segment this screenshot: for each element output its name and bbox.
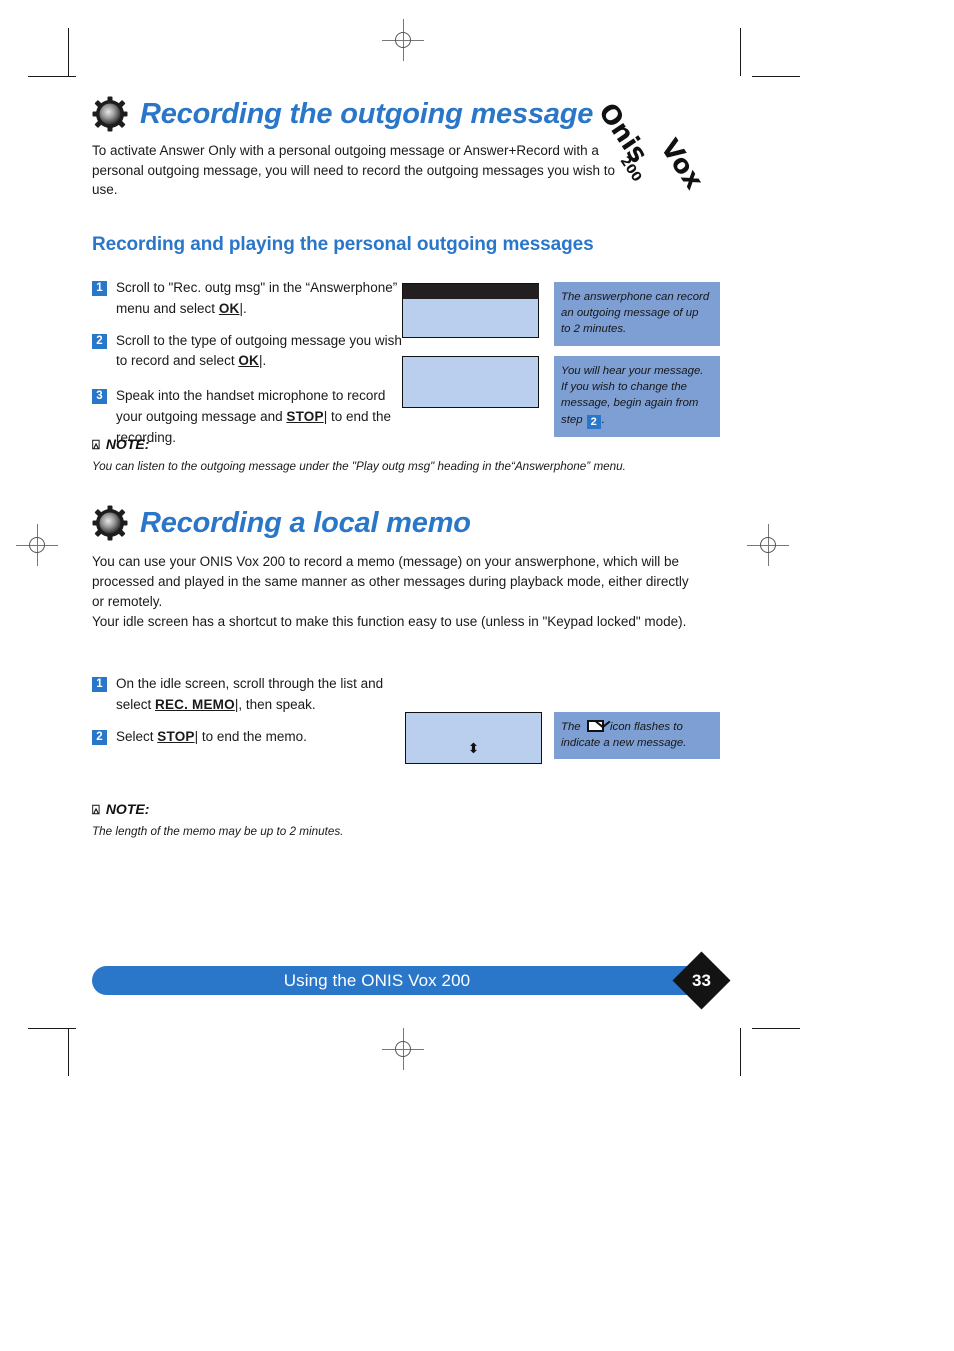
section2-steps: 1 On the idle screen, scroll through the… [92,674,412,748]
sidenote-3: The icon flashes to indicate a new messa… [554,712,720,760]
lcd-screen-3: ⬍ [405,712,542,764]
inline-step-badge: 2 [586,414,601,429]
step-item: 2 Scroll to the type of outgoing message… [92,331,412,373]
step-item: 1 On the idle screen, scroll through the… [92,674,412,716]
note-block-1: ⍓ NOTE: You can listen to the outgoing m… [92,436,732,475]
note-text: The length of the memo may be up to 2 mi… [92,825,344,838]
manual-page: Recording the outgoing message To activa… [0,0,954,1351]
note-pointer-icon: ⍓ [92,436,100,452]
section1-steps: 1 Scroll to "Rec. outg msg" in the “Answ… [92,278,412,449]
crop-mark-top-left-v [68,28,69,76]
note-block-2: ⍓ NOTE: The length of the memo may be up… [92,801,732,840]
lcd-screen-2 [402,356,539,408]
section2-title: Recording a local memo [140,506,471,539]
section1-heading: Recording the outgoing message [92,96,882,132]
step-text: Scroll to "Rec. outg msg" in the “Answer… [116,279,398,316]
softkey-label: OK [238,353,259,369]
crop-mark-bottom-left-v [68,1028,69,1076]
step-badge: 1 [92,280,107,296]
registration-mark-bottom [382,1028,424,1070]
note-label: NOTE: [105,436,150,452]
note-text: You can listen to the outgoing message u… [92,460,626,473]
crop-mark-top-right-h [752,76,800,77]
registration-mark-top [382,19,424,61]
scroll-updown-icon: ⬍ [467,740,480,756]
note-heading: ⍓ NOTE: [92,436,732,452]
step-text: Scroll to the type of outgoing message y… [116,332,402,369]
footer-title: Using the ONIS Vox 200 [92,966,722,995]
step-text: On the idle screen, scroll through the l… [116,675,384,712]
section1-intro: To activate Answer Only with a personal … [92,143,616,198]
crop-mark-bottom-right-v [740,1028,741,1076]
gear-icon [92,505,128,541]
softkey-label: STOP [286,409,324,425]
lcd-title-band [402,283,539,299]
step-text: Select STOP| to end the memo. [116,728,307,744]
section2-paragraph-1: You can use your ONIS Vox 200 to record … [92,554,689,609]
gear-icon [92,96,128,132]
section1-subtitle: Recording and playing the personal outgo… [92,233,594,255]
sidenote-2: You will hear your message. If you wish … [554,356,720,437]
crop-mark-top-left-h [28,76,76,77]
crop-mark-top-right-v [740,28,741,76]
step-badge: 2 [92,729,107,745]
page-footer: Using the ONIS Vox 200 33 [92,951,731,1010]
page-number: 33 [692,971,711,990]
crop-mark-bottom-right-h [752,1028,800,1029]
envelope-icon [586,720,604,732]
note-heading: ⍓ NOTE: [92,801,732,817]
registration-mark-left [16,524,58,566]
softkey-label: OK [218,300,240,316]
sidenote-1: The answerphone can record an outgoing m… [554,282,720,346]
section2-heading: Recording a local memo [92,505,882,541]
softkey-label: STOP [157,728,195,744]
section1-title: Recording the outgoing message [140,97,594,130]
note-label: NOTE: [105,801,150,817]
lcd-screen-1 [402,283,539,338]
softkey-label: REC. MEMO [155,696,235,712]
step-badge: 2 [92,333,107,349]
step-badge: 3 [92,389,107,405]
note-pointer-icon: ⍓ [92,801,100,817]
step-badge: 1 [92,676,107,692]
step-item: 1 Scroll to "Rec. outg msg" in the “Answ… [92,278,412,320]
section2-paragraph-2: Your idle screen has a shortcut to make … [92,613,687,629]
step-item: 2 Select STOP| to end the memo. [92,727,412,748]
crop-mark-bottom-left-h [28,1028,76,1029]
